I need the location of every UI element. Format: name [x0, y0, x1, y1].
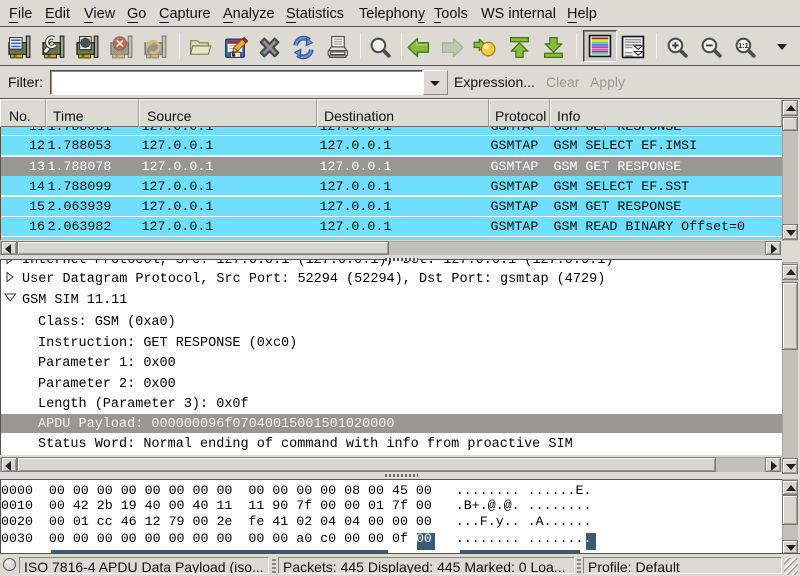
svg-text:1:1: 1:1 — [738, 41, 749, 50]
